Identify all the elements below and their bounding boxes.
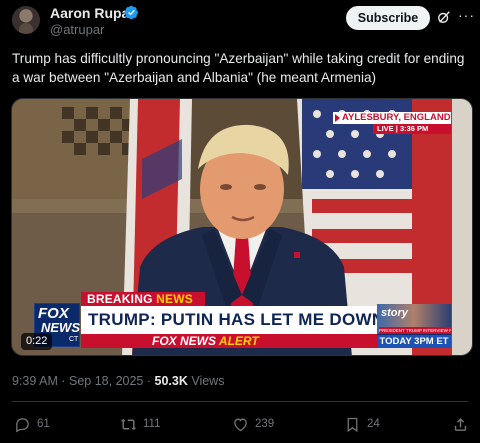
meta-separator: · (146, 374, 155, 388)
bookmark-icon (347, 417, 358, 432)
repost-count: 111 (143, 418, 161, 430)
tweet-time[interactable]: 9:39 AM (12, 374, 58, 388)
action-bar: 61 111 239 24 (0, 412, 480, 438)
views-label: Views (191, 374, 225, 388)
video-player[interactable]: AYLESBURY, ENGLAND LIVE | 3:36 PM FOX NE… (11, 98, 473, 356)
alert-word: ALERT (218, 334, 259, 348)
share-icon (454, 417, 467, 431)
logo-timezone: CT (69, 336, 79, 343)
like-count: 239 (255, 418, 275, 430)
share-button[interactable] (452, 414, 475, 434)
promo-subtitle: PRESIDENT TRUMP INTERVIEW FROM THE U.K. (379, 327, 451, 334)
location-arrow-icon (335, 114, 340, 122)
repost-icon (120, 418, 137, 430)
like-button[interactable]: 239 (232, 414, 274, 434)
breaking-word: BREAKING (87, 292, 153, 306)
tweet-text: Trump has difficultly pronouncing "Azerb… (12, 51, 465, 85)
grok-slash-icon[interactable] (437, 10, 451, 24)
divider (12, 401, 468, 402)
avatar[interactable] (12, 6, 40, 34)
heart-icon (234, 418, 247, 431)
reply-icon (16, 417, 29, 432)
location-graphic: AYLESBURY, ENGLAND LIVE | 3:36 PM (333, 112, 451, 134)
views-count: 50.3K (154, 374, 188, 388)
bookmark-count: 24 (367, 418, 380, 430)
logo-fox: FOX (38, 305, 69, 322)
live-label: LIVE (377, 124, 394, 133)
verified-badge-icon (124, 5, 139, 20)
more-dots-icon[interactable]: ··· (458, 8, 475, 22)
bookmark-button[interactable]: 24 (344, 414, 380, 434)
location-title: AYLESBURY, ENGLAND (333, 112, 451, 124)
video-duration: 0:22 (21, 333, 53, 350)
promo-time: TODAY 3PM ET (377, 335, 451, 348)
repost-button[interactable]: 111 (120, 414, 160, 434)
breaking-news-banner: BREAKING NEWS (81, 292, 205, 306)
tweet-meta: 9:39 AM · Sep 18, 2025 · 50.3K Views (12, 374, 224, 388)
reply-count: 61 (37, 418, 50, 430)
news-word: NEWS (156, 292, 193, 306)
meta-separator: · (61, 374, 69, 388)
promo-title: story (381, 307, 408, 319)
author-name[interactable]: Aaron Rupar (50, 5, 135, 21)
reply-button[interactable]: 61 (14, 414, 50, 434)
tweet-header: Aaron Rupar @atrupar Subscribe ··· (0, 0, 480, 40)
live-indicator: LIVE | 3:36 PM (373, 124, 451, 134)
live-time: 3:36 PM (399, 124, 429, 133)
fox-news-alert: FOX NEWS ALERT (152, 334, 259, 348)
promo-box: story PRESIDENT TRUMP INTERVIEW FROM THE… (377, 304, 451, 348)
subscribe-button[interactable]: Subscribe (346, 6, 430, 30)
alert-brand: FOX NEWS (152, 334, 217, 348)
headline-text: TRUMP: PUTIN HAS LET ME DOWN (88, 310, 385, 329)
tweet-date[interactable]: Sep 18, 2025 (69, 374, 143, 388)
author-handle[interactable]: @atrupar (50, 22, 104, 37)
